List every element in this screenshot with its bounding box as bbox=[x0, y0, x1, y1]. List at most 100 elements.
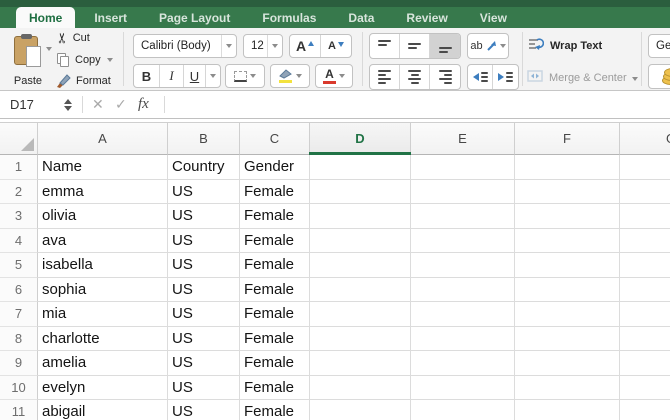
cell-D8[interactable] bbox=[310, 326, 411, 351]
chevron-down-icon[interactable] bbox=[250, 74, 256, 78]
cell-F7[interactable] bbox=[515, 302, 620, 327]
row-header-9[interactable]: 9 bbox=[0, 351, 38, 376]
row-header-6[interactable]: 6 bbox=[0, 277, 38, 302]
row-header-3[interactable]: 3 bbox=[0, 204, 38, 229]
fill-color-button[interactable] bbox=[270, 64, 310, 88]
chevron-down-icon[interactable] bbox=[296, 74, 302, 78]
cell-C3[interactable]: Female bbox=[240, 204, 310, 229]
stepper-down-icon[interactable] bbox=[64, 105, 72, 111]
cell-C4[interactable]: Female bbox=[240, 228, 310, 253]
cell-B2[interactable]: US bbox=[168, 179, 240, 204]
tab-data[interactable]: Data bbox=[335, 7, 387, 28]
cell-G6[interactable] bbox=[620, 277, 670, 302]
cell-F9[interactable] bbox=[515, 351, 620, 376]
accounting-format-button[interactable] bbox=[648, 64, 670, 89]
cell-F2[interactable] bbox=[515, 179, 620, 204]
cell-C5[interactable]: Female bbox=[240, 253, 310, 278]
cell-F11[interactable] bbox=[515, 400, 620, 420]
format-painter-button[interactable]: Format bbox=[56, 74, 111, 88]
cell-F8[interactable] bbox=[515, 326, 620, 351]
tab-home[interactable]: Home bbox=[16, 7, 76, 28]
underline-dropdown[interactable] bbox=[206, 65, 220, 87]
row-header-8[interactable]: 8 bbox=[0, 326, 38, 351]
tab-page-layout[interactable]: Page Layout bbox=[146, 7, 243, 28]
row-header-1[interactable]: 1 bbox=[0, 155, 38, 180]
cell-D4[interactable] bbox=[310, 228, 411, 253]
cell-D1[interactable] bbox=[310, 155, 411, 180]
formula-input[interactable] bbox=[172, 94, 666, 115]
wrap-text-button[interactable]: Wrap Text bbox=[528, 37, 602, 55]
decrease-font-button[interactable]: A bbox=[321, 35, 351, 57]
col-header-G[interactable]: G bbox=[620, 123, 670, 155]
cell-E8[interactable] bbox=[411, 326, 515, 351]
cell-A8[interactable]: charlotte bbox=[38, 326, 168, 351]
cell-A2[interactable]: emma bbox=[38, 179, 168, 204]
cell-G9[interactable] bbox=[620, 351, 670, 376]
stepper-up-icon[interactable] bbox=[64, 98, 72, 104]
col-header-F[interactable]: F bbox=[515, 123, 620, 155]
cell-F1[interactable] bbox=[515, 155, 620, 180]
cell-A3[interactable]: olivia bbox=[38, 204, 168, 229]
col-header-B[interactable]: B bbox=[168, 123, 240, 155]
cell-C11[interactable]: Female bbox=[240, 400, 310, 420]
cell-G2[interactable] bbox=[620, 179, 670, 204]
align-center-button[interactable] bbox=[400, 65, 430, 89]
align-right-button[interactable] bbox=[430, 65, 460, 89]
cell-G1[interactable] bbox=[620, 155, 670, 180]
bold-button[interactable]: B bbox=[134, 65, 160, 87]
orientation-button[interactable]: ab bbox=[467, 33, 509, 59]
row-header-4[interactable]: 4 bbox=[0, 228, 38, 253]
cell-D2[interactable] bbox=[310, 179, 411, 204]
align-left-button[interactable] bbox=[370, 65, 400, 89]
cell-D9[interactable] bbox=[310, 351, 411, 376]
cell-E4[interactable] bbox=[411, 228, 515, 253]
paste-dropdown chevron-down-icon[interactable] bbox=[46, 47, 52, 51]
align-bottom-button[interactable] bbox=[430, 34, 460, 58]
font-name-select[interactable]: Calibri (Body) bbox=[133, 34, 237, 58]
cut-button[interactable]: ✂ Cut bbox=[54, 31, 90, 45]
cell-A1[interactable]: Name bbox=[38, 155, 168, 180]
copy-dropdown chevron-down-icon[interactable] bbox=[106, 58, 113, 62]
cell-B6[interactable]: US bbox=[168, 277, 240, 302]
merge-center-dropdown chevron-down-icon[interactable] bbox=[632, 77, 638, 81]
paste-label[interactable]: Paste bbox=[6, 75, 50, 87]
font-size-select[interactable]: 12 bbox=[243, 34, 283, 58]
cell-C7[interactable]: Female bbox=[240, 302, 310, 327]
cell-F3[interactable] bbox=[515, 204, 620, 229]
row-header-7[interactable]: 7 bbox=[0, 302, 38, 327]
insert-function-button[interactable]: fx bbox=[138, 91, 149, 118]
cell-E9[interactable] bbox=[411, 351, 515, 376]
increase-indent-button[interactable] bbox=[493, 65, 518, 89]
align-top-button[interactable] bbox=[370, 34, 400, 58]
paste-button[interactable] bbox=[14, 34, 41, 67]
cell-G5[interactable] bbox=[620, 253, 670, 278]
cell-A10[interactable]: evelyn bbox=[38, 375, 168, 400]
select-all-corner[interactable] bbox=[0, 123, 38, 155]
cell-E1[interactable] bbox=[411, 155, 515, 180]
col-header-E[interactable]: E bbox=[411, 123, 515, 155]
row-header-10[interactable]: 10 bbox=[0, 375, 38, 400]
cell-B3[interactable]: US bbox=[168, 204, 240, 229]
row-header-11[interactable]: 11 bbox=[0, 400, 38, 420]
font-size-dropdown[interactable] bbox=[267, 35, 282, 57]
decrease-indent-button[interactable] bbox=[468, 65, 493, 89]
cell-E2[interactable] bbox=[411, 179, 515, 204]
cell-A11[interactable]: abigail bbox=[38, 400, 168, 420]
cell-B10[interactable]: US bbox=[168, 375, 240, 400]
cell-E5[interactable] bbox=[411, 253, 515, 278]
cell-C10[interactable]: Female bbox=[240, 375, 310, 400]
cell-E7[interactable] bbox=[411, 302, 515, 327]
cell-G3[interactable] bbox=[620, 204, 670, 229]
cell-E3[interactable] bbox=[411, 204, 515, 229]
cell-B5[interactable]: US bbox=[168, 253, 240, 278]
cell-D6[interactable] bbox=[310, 277, 411, 302]
col-header-C[interactable]: C bbox=[240, 123, 310, 155]
cell-D5[interactable] bbox=[310, 253, 411, 278]
chevron-down-icon[interactable] bbox=[499, 44, 506, 48]
align-middle-button[interactable] bbox=[400, 34, 430, 58]
cell-B11[interactable]: US bbox=[168, 400, 240, 420]
row-header-2[interactable]: 2 bbox=[0, 179, 38, 204]
cell-D11[interactable] bbox=[310, 400, 411, 420]
enter-button[interactable]: ✓ bbox=[115, 91, 127, 118]
cell-B8[interactable]: US bbox=[168, 326, 240, 351]
